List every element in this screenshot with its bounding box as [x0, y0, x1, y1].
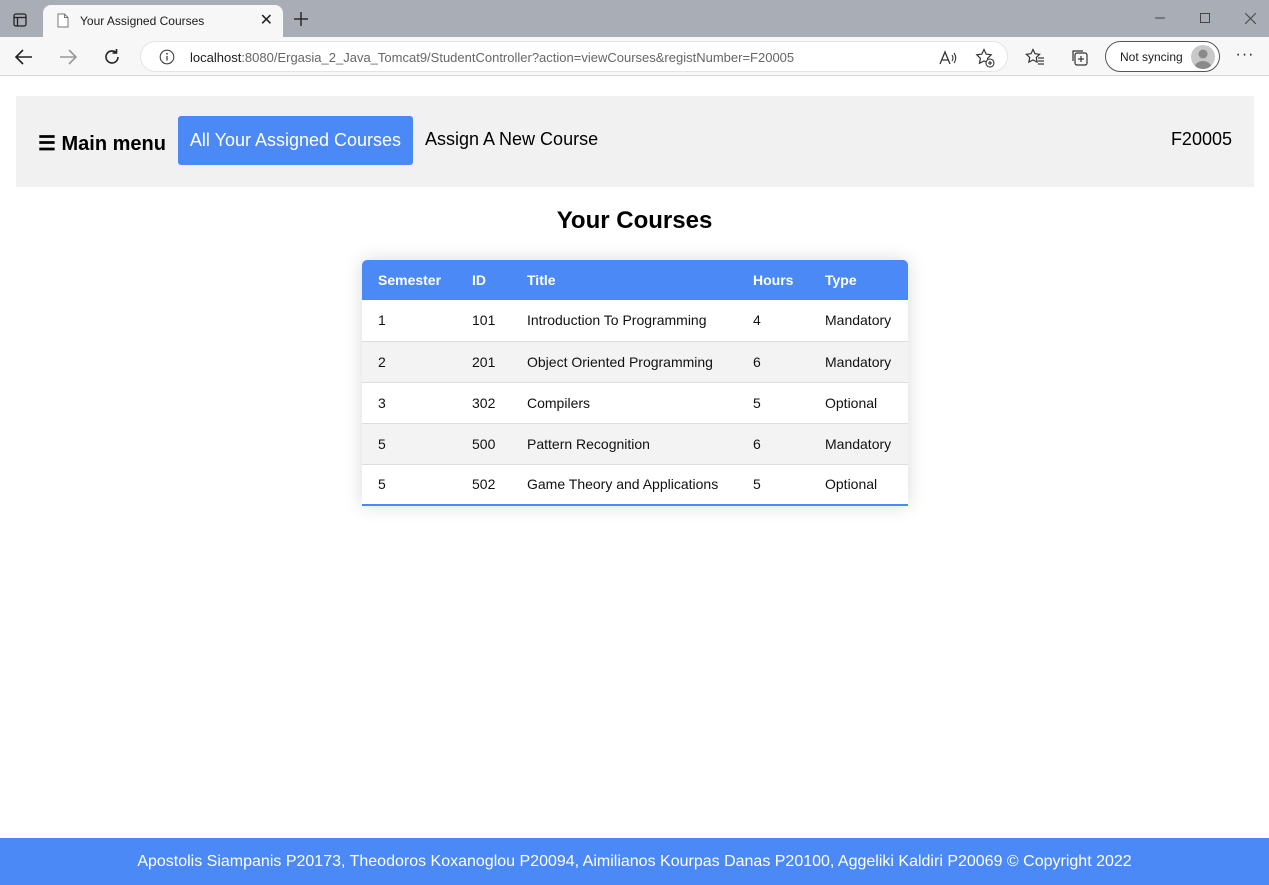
cell-semester: 5: [378, 476, 386, 493]
cell-hours: 4: [753, 312, 761, 329]
favorites-icon[interactable]: [1024, 46, 1046, 68]
cell-id: 201: [472, 353, 496, 370]
minimize-window-icon[interactable]: [1150, 8, 1170, 28]
table-row: 5 500 Pattern Recognition 6 Mandatory: [362, 423, 908, 464]
tab-title: Your Assigned Courses: [80, 14, 205, 28]
table-row: 3 302 Compilers 5 Optional: [362, 382, 908, 423]
cell-hours: 5: [753, 394, 761, 411]
cell-hours: 6: [753, 435, 761, 452]
cell-hours: 5: [753, 476, 761, 493]
column-header-title: Title: [527, 272, 556, 288]
cell-title: Compilers: [527, 394, 591, 411]
cell-type: Mandatory: [825, 353, 892, 370]
table-row: 5 502 Game Theory and Applications 5 Opt…: [362, 464, 908, 505]
cell-type: Optional: [825, 394, 878, 411]
cell-title: Pattern Recognition: [527, 435, 650, 452]
cell-title: Game Theory and Applications: [527, 476, 719, 493]
nav-link-assign-course[interactable]: Assign A New Course: [425, 129, 598, 150]
browser-toolbar: localhost:8080/Ergasia_2_Java_Tomcat9/St…: [0, 37, 1269, 76]
address-bar[interactable]: localhost:8080/Ergasia_2_Java_Tomcat9/St…: [140, 41, 1008, 72]
cell-type: Optional: [825, 476, 878, 493]
more-options-icon[interactable]: ···: [1234, 46, 1256, 68]
url-host: localhost: [190, 50, 242, 65]
cell-semester: 3: [378, 394, 386, 411]
sync-label: Not syncing: [1120, 50, 1183, 64]
column-header-id: ID: [472, 272, 486, 288]
cell-id: 502: [472, 476, 496, 493]
cell-id: 101: [472, 312, 496, 329]
table-row: 2 201 Object Oriented Programming 6 Mand…: [362, 341, 908, 382]
cell-hours: 6: [753, 353, 761, 370]
browser-tab-strip: Your Assigned Courses ✕: [0, 0, 1269, 37]
tab-actions-icon[interactable]: [8, 8, 32, 32]
url-text[interactable]: localhost:8080/Ergasia_2_Java_Tomcat9/St…: [190, 50, 794, 65]
collections-icon[interactable]: [1068, 46, 1090, 68]
maximize-window-icon[interactable]: [1195, 8, 1215, 28]
page-content: ☰ Main menu All Your Assigned Courses As…: [0, 77, 1269, 885]
table-row: 1 101 Introduction To Programming 4 Mand…: [362, 300, 908, 341]
column-header-semester: Semester: [378, 272, 442, 288]
user-registration-number: F20005: [1170, 129, 1232, 149]
cell-id: 302: [472, 394, 496, 411]
cell-semester: 2: [378, 353, 386, 370]
back-arrow-icon[interactable]: [12, 45, 36, 69]
top-nav: ☰ Main menu All Your Assigned Courses As…: [16, 96, 1254, 187]
new-tab-icon[interactable]: [290, 8, 312, 30]
main-menu-title: ☰ Main menu: [38, 133, 166, 155]
column-header-type: Type: [825, 272, 857, 288]
site-info-icon[interactable]: [159, 49, 175, 70]
refresh-icon[interactable]: [100, 45, 124, 69]
nav-link-assigned-courses[interactable]: All Your Assigned Courses: [178, 116, 413, 165]
cell-semester: 1: [378, 312, 386, 329]
column-header-hours: Hours: [753, 272, 794, 288]
forward-arrow-icon[interactable]: [56, 45, 80, 69]
courses-table: Semester ID Title Hours Type 1 101 Intro…: [362, 260, 908, 506]
cell-id: 500: [472, 435, 496, 452]
close-tab-icon[interactable]: ✕: [260, 13, 273, 29]
cell-title: Object Oriented Programming: [527, 353, 713, 370]
close-window-icon[interactable]: [1240, 8, 1260, 28]
cell-type: Mandatory: [825, 435, 892, 452]
page-title: Your Courses: [556, 207, 713, 234]
url-path: :8080/Ergasia_2_Java_Tomcat9/StudentCont…: [241, 50, 795, 65]
browser-tab[interactable]: Your Assigned Courses ✕: [43, 5, 283, 37]
table-header-row: Semester ID Title Hours Type: [362, 260, 908, 300]
cell-title: Introduction To Programming: [527, 312, 707, 329]
avatar-icon: [1191, 45, 1215, 69]
cell-type: Mandatory: [825, 312, 892, 329]
page-icon: [57, 13, 69, 33]
read-aloud-icon[interactable]: [938, 48, 958, 68]
add-favorite-icon[interactable]: [975, 48, 995, 68]
page-footer: Apostolis Siampanis P20173, Theodoros Ko…: [0, 838, 1269, 885]
cell-semester: 5: [378, 435, 386, 452]
profile-sync-button[interactable]: Not syncing: [1105, 41, 1220, 72]
